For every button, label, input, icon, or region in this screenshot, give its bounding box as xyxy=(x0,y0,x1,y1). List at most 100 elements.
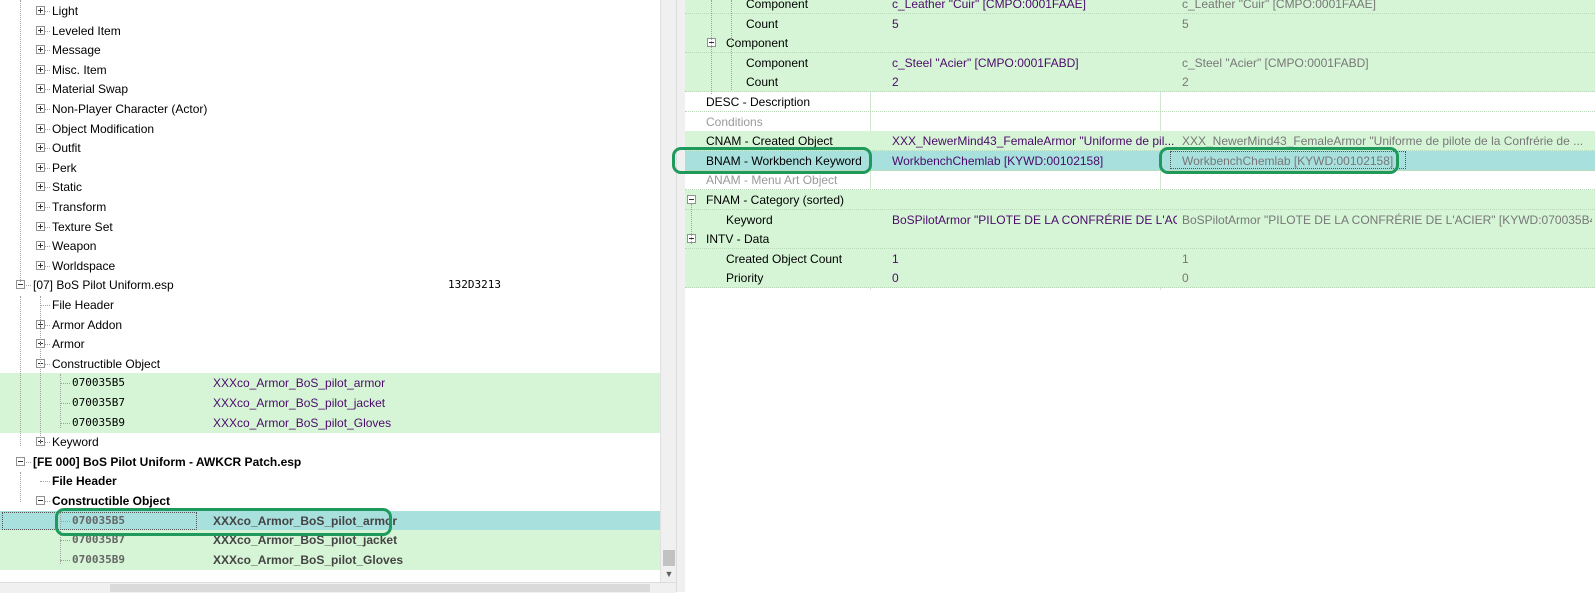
tree-group-row[interactable]: Outfit xyxy=(0,138,660,158)
record-field-row[interactable]: FNAM - Category (sorted) xyxy=(685,190,1595,210)
field-value-winner[interactable]: WorkbenchChemlab [KYWD:00102158] xyxy=(1170,150,1406,169)
record-field-row[interactable]: INTV - Data xyxy=(685,229,1595,250)
expand-plus-icon[interactable] xyxy=(36,260,45,270)
expand-plus-icon[interactable] xyxy=(36,182,45,192)
tree-item-label: Weapon xyxy=(52,239,97,254)
field-value-patch[interactable]: BoSPilotArmor "PILOTE DE LA CONFRÉRIE DE… xyxy=(892,210,1177,230)
field-value-winner[interactable]: 1 xyxy=(1182,249,1592,269)
tree-group-row[interactable]: Static xyxy=(0,177,660,197)
scrollbar-thumb[interactable] xyxy=(663,550,675,566)
expand-plus-icon[interactable] xyxy=(36,104,45,113)
record-field-row[interactable]: BNAM - Workbench Keyword WorkbenchChemlab… xyxy=(685,150,1595,171)
record-field-row[interactable]: Conditions xyxy=(685,112,1595,132)
tree-item-label: Non-Player Character (Actor) xyxy=(52,102,208,116)
tree-record-row[interactable]: 070035B7 XXXco_Armor_BoS_pilot_jacket xyxy=(0,393,660,413)
tree-record-row[interactable]: 070035B7 XXXco_Armor_BoS_pilot_jacket xyxy=(0,530,660,551)
tree-item-label: Object Modification xyxy=(52,121,155,136)
field-name: Keyword xyxy=(726,212,773,227)
field-value-winner[interactable]: XXX_NewerMind43_FemaleArmor "Uniforme de… xyxy=(1182,131,1592,151)
expand-plus-icon[interactable] xyxy=(36,221,45,231)
expand-plus-icon[interactable] xyxy=(36,143,45,153)
expand-plus-icon[interactable] xyxy=(36,241,45,251)
expand-plus-icon[interactable] xyxy=(36,84,45,94)
tree-guide-line xyxy=(20,472,21,502)
collapse-minus-icon[interactable] xyxy=(36,496,45,505)
expand-plus-icon[interactable] xyxy=(36,45,45,55)
field-value-winner[interactable]: 0 xyxy=(1182,268,1592,288)
record-field-row[interactable]: Created Object Count 1 1 xyxy=(685,248,1595,269)
record-field-row[interactable]: Priority 0 0 xyxy=(685,268,1595,289)
tree-group-row[interactable]: [FE 000] BoS Pilot Uniform - AWKCR Patch… xyxy=(0,452,660,472)
expand-plus-icon[interactable] xyxy=(36,123,45,133)
expand-plus-icon[interactable] xyxy=(36,6,45,15)
record-field-row[interactable]: Count 2 2 xyxy=(685,72,1595,93)
field-value-patch[interactable]: 5 xyxy=(892,14,1177,34)
tree-item-label: Armor xyxy=(52,337,85,352)
tree-group-row[interactable]: Misc. Item xyxy=(0,60,660,80)
record-view[interactable]: Component c_Leather "Cuir" [CMPO:0001FAAE… xyxy=(685,0,1595,592)
tree-record-row[interactable]: 070035B9 XXXco_Armor_BoS_pilot_Gloves xyxy=(0,549,660,570)
record-field-row[interactable]: Component xyxy=(685,33,1595,54)
tree-group-row[interactable]: Material Swap xyxy=(0,79,660,99)
tree-group-row[interactable]: Non-Player Character (Actor) xyxy=(0,99,660,119)
tree-group-row[interactable]: Object Modification xyxy=(0,119,660,139)
field-value-winner[interactable]: c_Leather "Cuir" [CMPO:0001FAAE] xyxy=(1182,0,1592,14)
field-value-patch[interactable]: WorkbenchChemlab [KYWD:00102158] xyxy=(892,151,1177,171)
tree-group-row[interactable]: Constructible Object xyxy=(0,354,660,374)
field-name: ANAM - Menu Art Object xyxy=(706,173,838,188)
collapse-minus-icon[interactable] xyxy=(687,195,696,204)
scroll-down-arrow-icon[interactable]: ▼ xyxy=(661,566,677,582)
record-field-row[interactable]: DESC - Description xyxy=(685,92,1595,112)
tree-group-row[interactable]: Keyword xyxy=(0,432,660,452)
expand-plus-icon[interactable] xyxy=(36,162,45,172)
field-value-patch[interactable]: XXX_NewerMind43_FemaleArmor "Uniforme de… xyxy=(892,131,1177,151)
record-field-row[interactable]: CNAM - Created Object XXX_NewerMind43_Fem… xyxy=(685,131,1595,152)
tree-group-row[interactable]: Transform xyxy=(0,197,660,217)
tree-connector xyxy=(60,422,70,424)
field-value-winner[interactable]: BoSPilotArmor "PILOTE DE LA CONFRÉRIE DE… xyxy=(1182,210,1592,230)
collapse-minus-icon[interactable] xyxy=(16,456,25,466)
tree-group-row[interactable]: Armor xyxy=(0,334,660,354)
expand-plus-icon[interactable] xyxy=(36,25,45,35)
horizontal-scrollbar-thumb[interactable] xyxy=(110,584,650,592)
record-field-row[interactable]: Keyword BoSPilotArmor "PILOTE DE LA CONFR… xyxy=(685,209,1595,230)
field-name: DESC - Description xyxy=(706,95,811,109)
field-value-patch[interactable]: 0 xyxy=(892,268,1177,288)
tree-group-row[interactable]: Texture Set xyxy=(0,217,660,237)
tree-group-row[interactable]: [07] BoS Pilot Uniform.esp 132D3213 xyxy=(0,275,660,295)
record-field-row[interactable]: ANAM - Menu Art Object xyxy=(685,170,1595,191)
tree-group-row[interactable]: Constructible Object xyxy=(0,491,660,511)
tree-record-row[interactable]: 070035B9 XXXco_Armor_BoS_pilot_Gloves xyxy=(0,412,660,433)
field-value-patch[interactable]: 1 xyxy=(892,249,1177,269)
field-value-patch[interactable]: 2 xyxy=(892,72,1177,92)
record-field-row[interactable]: Component c_Leather "Cuir" [CMPO:0001FAAE… xyxy=(685,0,1595,14)
tree-item-label: [07] BoS Pilot Uniform.esp xyxy=(33,278,174,293)
expand-plus-icon[interactable] xyxy=(36,202,45,211)
record-field-row[interactable]: Count 5 5 xyxy=(685,13,1595,34)
expand-plus-icon[interactable] xyxy=(36,64,45,74)
tree-record-row[interactable]: 070035B5 XXXco_Armor_BoS_pilot_armor xyxy=(0,373,660,394)
field-value-patch[interactable]: c_Steel "Acier" [CMPO:0001FABD] xyxy=(892,53,1177,73)
field-value-patch[interactable]: c_Leather "Cuir" [CMPO:0001FAAE] xyxy=(892,0,1177,14)
editor-id: XXXco_Armor_BoS_pilot_Gloves xyxy=(213,415,392,430)
tree-group-row[interactable]: Worldspace xyxy=(0,256,660,276)
tree-group-row[interactable]: Leveled Item xyxy=(0,21,660,41)
tree-group-row[interactable]: Perk xyxy=(0,158,660,178)
field-value-winner[interactable]: 5 xyxy=(1182,14,1592,34)
tree-group-row[interactable]: Light xyxy=(0,1,660,21)
tree-item-label: Keyword xyxy=(52,435,99,450)
record-tree[interactable]: Light Leveled Item Message Misc. Item Materi… xyxy=(0,0,660,582)
tree-vertical-scrollbar[interactable]: ▼ xyxy=(660,0,677,582)
tree-group-row[interactable]: File Header xyxy=(0,471,660,491)
tree-group-row[interactable]: File Header xyxy=(0,295,660,315)
tree-horizontal-scrollbar[interactable] xyxy=(0,582,676,593)
tree-item-label: Perk xyxy=(52,160,77,175)
record-field-row[interactable]: Component c_Steel "Acier" [CMPO:0001FABD]… xyxy=(685,52,1595,73)
field-value-winner[interactable]: c_Steel "Acier" [CMPO:0001FABD] xyxy=(1182,53,1592,73)
tree-group-row[interactable]: Message xyxy=(0,40,660,60)
tree-group-row[interactable]: Weapon xyxy=(0,236,660,256)
form-id: 070035B9 xyxy=(72,415,125,429)
field-name: BNAM - Workbench Keyword xyxy=(706,153,862,168)
tree-group-row[interactable]: Armor Addon xyxy=(0,315,660,335)
field-value-winner[interactable]: 2 xyxy=(1182,72,1592,92)
